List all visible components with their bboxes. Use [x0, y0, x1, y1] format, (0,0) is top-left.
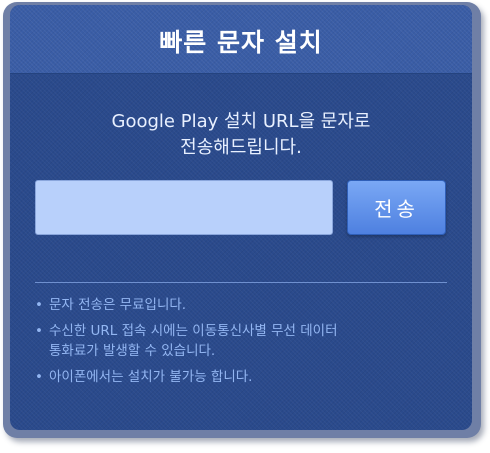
- notice-item-text: 문자 전송은 무료입니다.: [49, 297, 187, 313]
- notice-item: • 아이폰에서는 설치가 불가능 합니다.: [35, 367, 455, 387]
- phone-number-input[interactable]: [35, 180, 333, 235]
- panel-title: 빠른 문자 설치: [159, 28, 323, 57]
- divider: [35, 282, 447, 283]
- panel-header: 빠른 문자 설치: [10, 5, 472, 74]
- notice-list: • 문자 전송은 무료입니다. • 수신한 URL 접속 시에는 이동통신사별 …: [35, 295, 455, 393]
- bullet-icon: •: [35, 297, 43, 313]
- instruction-line-1: Google Play 설치 URL을 문자로: [111, 111, 371, 132]
- notice-item-text: 수신한 URL 접속 시에는 이동통신사별 무선 데이터: [49, 323, 338, 339]
- bullet-icon: •: [35, 323, 43, 339]
- instruction-text: Google Play 설치 URL을 문자로 전송해드립니다.: [10, 109, 472, 161]
- notice-item: • 수신한 URL 접속 시에는 이동통신사별 무선 데이터 통화료가 발생할 …: [35, 321, 455, 361]
- notice-item-text-continued: 통화료가 발생할 수 있습니다.: [49, 343, 216, 359]
- notice-item-text: 아이폰에서는 설치가 불가능 합니다.: [49, 369, 253, 385]
- instruction-line-2: 전송해드립니다.: [180, 137, 302, 158]
- notice-item: • 문자 전송은 무료입니다.: [35, 295, 455, 315]
- quick-sms-install-panel: 빠른 문자 설치 Google Play 설치 URL을 문자로 전송해드립니다…: [10, 5, 472, 430]
- dialog-frame: 빠른 문자 설치 Google Play 설치 URL을 문자로 전송해드립니다…: [3, 2, 481, 438]
- bullet-icon: •: [35, 369, 43, 385]
- send-button[interactable]: 전송: [347, 180, 446, 235]
